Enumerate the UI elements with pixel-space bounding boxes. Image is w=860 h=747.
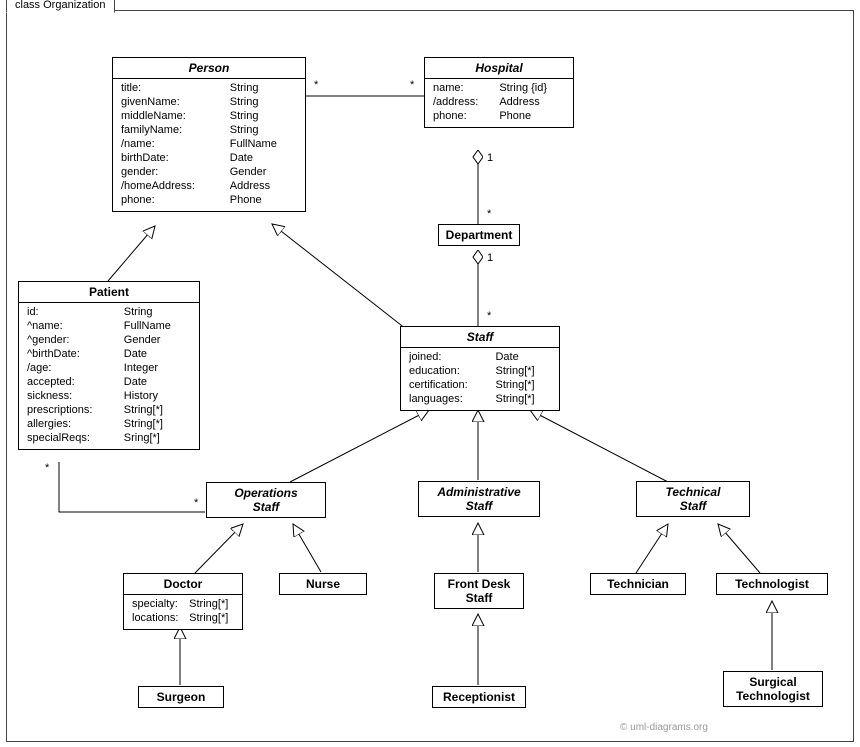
class-title: Surgeon bbox=[139, 687, 223, 707]
mult-patient-ops-left: * bbox=[45, 462, 49, 474]
class-attrs: title:StringgivenName:StringmiddleName:S… bbox=[113, 79, 305, 211]
class-hospital: Hospital name:String {id}/address:Addres… bbox=[424, 57, 574, 128]
class-title: Staff bbox=[401, 327, 559, 348]
class-title: Hospital bbox=[425, 58, 573, 79]
mult-dept-staff-top: 1 bbox=[487, 252, 493, 264]
watermark: © uml-diagrams.org bbox=[620, 722, 708, 733]
class-administrative-staff: AdministrativeStaff bbox=[418, 481, 540, 517]
class-patient: Patient id:String^name:FullName^gender:G… bbox=[18, 281, 200, 450]
class-department: Department bbox=[438, 224, 520, 246]
class-title: Department bbox=[439, 225, 519, 245]
class-title: Technician bbox=[591, 574, 685, 594]
class-operations-staff: OperationsStaff bbox=[206, 482, 326, 518]
class-staff: Staff joined:Dateeducation:String[*]cert… bbox=[400, 326, 560, 411]
class-attrs: joined:Dateeducation:String[*]certificat… bbox=[401, 348, 559, 410]
mult-person-hospital-left: * bbox=[314, 79, 318, 91]
class-title: Receptionist bbox=[433, 687, 525, 707]
class-title: OperationsStaff bbox=[207, 483, 325, 517]
class-surgeon: Surgeon bbox=[138, 686, 224, 708]
mult-hosp-dept-bot: * bbox=[487, 208, 491, 220]
class-attrs: id:String^name:FullName^gender:Gender^bi… bbox=[19, 303, 199, 449]
class-front-desk-staff: Front DeskStaff bbox=[434, 573, 524, 609]
frame-title: class Organization bbox=[6, 0, 115, 13]
mult-hosp-dept-top: 1 bbox=[487, 152, 493, 164]
class-surgical-technologist: SurgicalTechnologist bbox=[723, 671, 823, 707]
class-receptionist: Receptionist bbox=[432, 686, 526, 708]
class-title: Patient bbox=[19, 282, 199, 303]
class-attrs: specialty:String[*]locations:String[*] bbox=[124, 595, 242, 629]
class-nurse: Nurse bbox=[279, 573, 367, 595]
class-attrs: name:String {id}/address:Addressphone:Ph… bbox=[425, 79, 573, 127]
class-title: Doctor bbox=[124, 574, 242, 595]
class-title: Nurse bbox=[280, 574, 366, 594]
class-technician: Technician bbox=[590, 573, 686, 595]
class-title: TechnicalStaff bbox=[637, 482, 749, 516]
mult-patient-ops-right: * bbox=[194, 497, 198, 509]
class-technologist: Technologist bbox=[716, 573, 828, 595]
class-technical-staff: TechnicalStaff bbox=[636, 481, 750, 517]
class-title: Technologist bbox=[717, 574, 827, 594]
class-person: Person title:StringgivenName:Stringmiddl… bbox=[112, 57, 306, 212]
class-title: SurgicalTechnologist bbox=[724, 672, 822, 706]
class-title: AdministrativeStaff bbox=[419, 482, 539, 516]
mult-dept-staff-bot: * bbox=[487, 310, 491, 322]
mult-person-hospital-right: * bbox=[410, 79, 414, 91]
class-title: Person bbox=[113, 58, 305, 79]
class-doctor: Doctor specialty:String[*]locations:Stri… bbox=[123, 573, 243, 630]
class-title: Front DeskStaff bbox=[435, 574, 523, 608]
